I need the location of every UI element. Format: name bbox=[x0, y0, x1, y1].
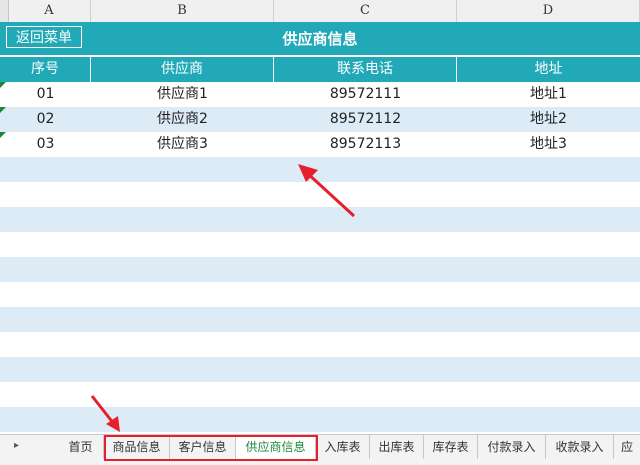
column-header-a[interactable]: A bbox=[8, 0, 91, 22]
empty-row[interactable] bbox=[0, 282, 640, 307]
table-row[interactable]: 01 供应商1 89572111 地址1 bbox=[0, 82, 640, 107]
column-header-c[interactable]: C bbox=[274, 0, 457, 22]
back-to-menu-button[interactable]: 返回菜单 bbox=[6, 26, 82, 48]
tab-product-info[interactable]: 商品信息 bbox=[104, 435, 170, 459]
tab-supplier-info[interactable]: 供应商信息 bbox=[236, 435, 316, 461]
tab-payment-entry[interactable]: 付款录入 bbox=[478, 435, 546, 459]
tab-home[interactable]: 首页 bbox=[58, 435, 104, 459]
column-header-b[interactable]: B bbox=[91, 0, 274, 22]
tab-customer-info[interactable]: 客户信息 bbox=[170, 435, 236, 459]
title-bar: 供应商信息 返回菜单 bbox=[0, 22, 640, 56]
tab-scroll-right-icon[interactable]: ▸ bbox=[14, 440, 19, 451]
empty-row[interactable] bbox=[0, 232, 640, 257]
cell-index[interactable]: 01 bbox=[0, 82, 91, 107]
header-index: 序号 bbox=[0, 57, 91, 82]
tab-inventory[interactable]: 库存表 bbox=[424, 435, 478, 459]
header-address: 地址 bbox=[534, 61, 563, 77]
table-row[interactable]: 02 供应商2 89572112 地址2 bbox=[0, 107, 640, 132]
empty-row[interactable] bbox=[0, 332, 640, 357]
cell-index[interactable]: 02 bbox=[0, 107, 91, 132]
cell-phone[interactable]: 89572113 bbox=[274, 132, 457, 157]
cell-address[interactable]: 地址3 bbox=[457, 132, 640, 157]
empty-row[interactable] bbox=[0, 357, 640, 382]
cell-address[interactable]: 地址2 bbox=[457, 107, 640, 132]
cell-index[interactable]: 03 bbox=[0, 132, 91, 157]
cell-address[interactable]: 地址1 bbox=[457, 82, 640, 107]
tab-outbound[interactable]: 出库表 bbox=[370, 435, 424, 459]
table-row[interactable]: 03 供应商3 89572113 地址3 bbox=[0, 132, 640, 157]
empty-row[interactable] bbox=[0, 257, 640, 282]
column-header-bar: A B C D bbox=[0, 0, 640, 23]
cell-supplier[interactable]: 供应商2 bbox=[91, 107, 274, 132]
tab-inbound[interactable]: 入库表 bbox=[316, 435, 370, 459]
page-title: 供应商信息 bbox=[282, 30, 358, 48]
arrow-up-left-icon bbox=[298, 164, 356, 218]
tab-receipt-entry[interactable]: 收款录入 bbox=[546, 435, 614, 459]
tab-truncated[interactable]: 应 bbox=[614, 435, 640, 459]
arrow-down-right-icon bbox=[90, 395, 120, 432]
table-header-row: 序号 供应商 联系电话 地址 bbox=[0, 57, 640, 82]
cell-phone[interactable]: 89572112 bbox=[274, 107, 457, 132]
header-supplier: 供应商 bbox=[91, 57, 274, 82]
header-phone: 联系电话 bbox=[274, 57, 457, 82]
cell-phone[interactable]: 89572111 bbox=[274, 82, 457, 107]
cell-supplier[interactable]: 供应商3 bbox=[91, 132, 274, 157]
sheet-tab-bar: ▸ 首页 商品信息 客户信息 供应商信息 入库表 出库表 库存表 付款录入 收款… bbox=[0, 434, 640, 465]
column-header-d[interactable]: D bbox=[457, 0, 640, 22]
cell-supplier[interactable]: 供应商1 bbox=[91, 82, 274, 107]
empty-row[interactable] bbox=[0, 307, 640, 332]
